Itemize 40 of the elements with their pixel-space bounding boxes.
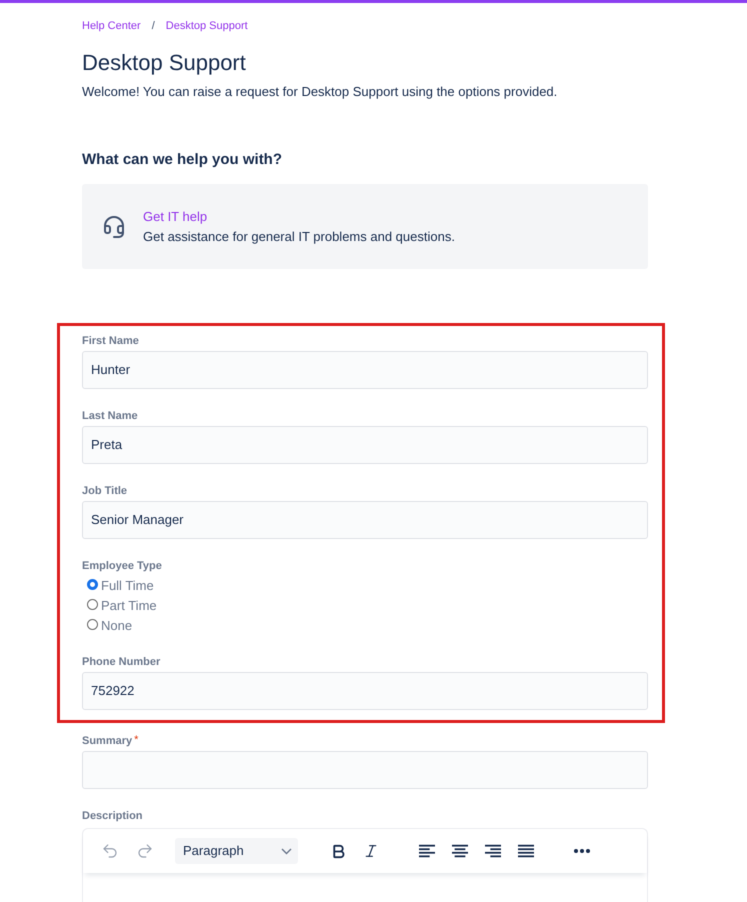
align-right-icon[interactable]	[485, 844, 501, 858]
section-heading: What can we help you with?	[82, 150, 282, 170]
headset-icon	[102, 214, 126, 238]
align-left-icon[interactable]	[419, 844, 435, 858]
page-description: Welcome! You can raise a request for Desktop Support using the options provided.	[82, 83, 558, 101]
field-label: Last Name	[82, 409, 138, 423]
field-label: Phone Number	[82, 655, 160, 669]
text-input[interactable]: Preta	[82, 426, 648, 464]
chevron-down-icon	[281, 848, 292, 854]
align-justify-icon[interactable]	[518, 844, 534, 858]
text-input[interactable]: 752922	[82, 672, 648, 710]
field-label: Description	[82, 809, 143, 823]
text-input[interactable]: Senior Manager	[82, 501, 648, 539]
request-type-card[interactable]: Get IT help Get assistance for general IT problems and questions.	[82, 184, 648, 269]
page-title: Desktop Support	[82, 49, 246, 77]
radio-label[interactable]: None	[101, 616, 132, 636]
align-center-icon[interactable]	[452, 844, 468, 858]
field-label: Summary	[82, 734, 132, 748]
field-label: First Name	[82, 334, 139, 348]
redo-icon[interactable]	[136, 842, 154, 860]
breadcrumb-separator: /	[152, 18, 155, 34]
block-style-select[interactable]: Paragraph	[175, 838, 298, 864]
request-type-title: Get IT help	[143, 208, 208, 226]
field-label: Employee Type	[82, 559, 162, 573]
more-options-icon[interactable]	[574, 849, 590, 853]
italic-icon[interactable]	[363, 843, 379, 859]
radio-label[interactable]: Part Time	[101, 596, 157, 616]
radio-label[interactable]: Full Time	[101, 576, 154, 596]
text-input[interactable]	[82, 751, 648, 789]
request-type-description: Get assistance for general IT problems and questions.	[143, 228, 455, 246]
rich-text-editor[interactable]: Paragraph	[82, 828, 648, 902]
breadcrumb-link[interactable]: Help Center	[82, 18, 141, 34]
text-input[interactable]: Hunter	[82, 351, 648, 389]
radio-button[interactable]	[87, 598, 98, 610]
undo-icon[interactable]	[101, 842, 119, 860]
radio-button[interactable]	[87, 618, 98, 630]
required-mark: *	[134, 734, 138, 746]
breadcrumb-link[interactable]: Desktop Support	[166, 18, 248, 34]
radio-button[interactable]	[87, 578, 98, 590]
field-label: Job Title	[82, 484, 128, 498]
